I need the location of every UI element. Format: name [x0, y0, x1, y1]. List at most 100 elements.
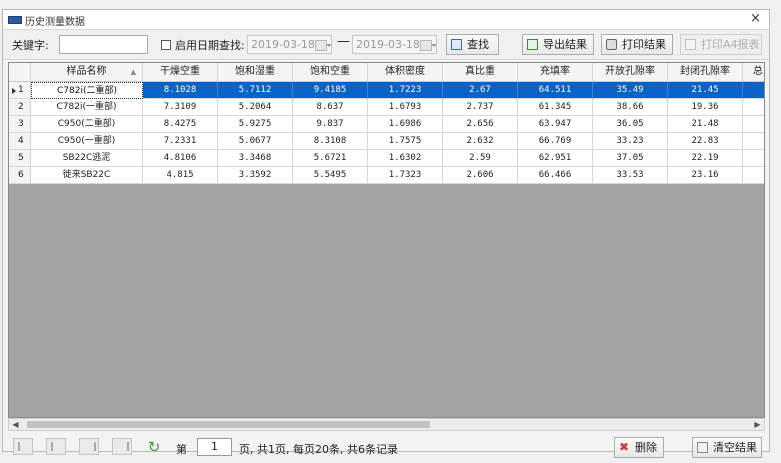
row-header[interactable]: 5: [9, 150, 31, 167]
table-cell[interactable]: 8.637: [293, 99, 368, 116]
table-cell[interactable]: 22.19: [668, 150, 743, 167]
table-cell[interactable]: 19.36: [668, 99, 743, 116]
table-cell[interactable]: 5.6721: [293, 150, 368, 167]
column-header[interactable]: 总: [743, 63, 764, 81]
date-filter-checkbox[interactable]: [161, 40, 171, 50]
table-row[interactable]: 6 徙来SB22C 4.815 3.3592 5.5495 1.7323 2.606 66.4…: [9, 167, 764, 184]
table-cell[interactable]: 3.3592: [218, 167, 293, 184]
table-row[interactable]: 1 C782i(二重部) 8.1028 5.7112 9.4185 1.7223 2.67 6…: [9, 82, 764, 99]
table-cell[interactable]: 7.3109: [143, 99, 218, 116]
table-cell[interactable]: 9.4185: [293, 82, 368, 99]
table-cell[interactable]: 5.5495: [293, 167, 368, 184]
table-cell[interactable]: 2.67: [443, 82, 518, 99]
table-cell[interactable]: 22.83: [668, 133, 743, 150]
table-cell[interactable]: 2.606: [443, 167, 518, 184]
table-cell[interactable]: [743, 167, 764, 184]
table-cell[interactable]: 37.05: [593, 150, 668, 167]
column-header[interactable]: 真比重: [443, 63, 518, 81]
table-cell[interactable]: 5.0677: [218, 133, 293, 150]
table-cell[interactable]: C782i(一重部): [31, 99, 143, 116]
table-cell[interactable]: 33.53: [593, 167, 668, 184]
table-cell[interactable]: [743, 133, 764, 150]
clear-results-button[interactable]: 清空结果: [692, 437, 762, 458]
row-header[interactable]: 1: [9, 82, 31, 99]
table-cell[interactable]: 35.49: [593, 82, 668, 99]
table-cell[interactable]: C782i(二重部): [31, 82, 143, 99]
table-cell[interactable]: 5.7112: [218, 82, 293, 99]
row-header[interactable]: 2: [9, 99, 31, 116]
table-cell[interactable]: [743, 82, 764, 99]
table-cell[interactable]: 5.9275: [218, 116, 293, 133]
column-header[interactable]: 开放孔隙率: [593, 63, 668, 81]
table-cell[interactable]: 8.4275: [143, 116, 218, 133]
column-header[interactable]: 充填率: [518, 63, 593, 81]
row-header[interactable]: 4: [9, 133, 31, 150]
table-cell[interactable]: 63.947: [518, 116, 593, 133]
table-cell[interactable]: C950(一重部): [31, 133, 143, 150]
prev-page-button[interactable]: [46, 438, 66, 455]
first-page-button[interactable]: [13, 438, 33, 455]
table-cell[interactable]: 1.7323: [368, 167, 443, 184]
column-header[interactable]: 样品名称 ▲: [31, 63, 143, 81]
table-cell[interactable]: 61.345: [518, 99, 593, 116]
page-number-input[interactable]: 1: [197, 438, 232, 456]
column-header[interactable]: 封闭孔隙率: [668, 63, 743, 81]
table-cell[interactable]: 5.2064: [218, 99, 293, 116]
table-cell[interactable]: 4.8106: [143, 150, 218, 167]
print-a4-button[interactable]: 打印A4报表: [680, 34, 762, 55]
table-cell[interactable]: 23.16: [668, 167, 743, 184]
refresh-icon[interactable]: ↻: [145, 438, 163, 456]
table-cell[interactable]: 2.656: [443, 116, 518, 133]
table-cell[interactable]: 1.6302: [368, 150, 443, 167]
table-cell[interactable]: 21.45: [668, 82, 743, 99]
scrollbar-thumb[interactable]: [27, 421, 430, 428]
date-to-picker[interactable]: 2019-03-18: [352, 35, 437, 54]
column-header[interactable]: 体积密度: [368, 63, 443, 81]
export-button[interactable]: 导出结果: [522, 34, 594, 55]
table-row[interactable]: 3 C950(二重部) 8.4275 5.9275 9.837 1.6986 2.656 63…: [9, 116, 764, 133]
delete-button[interactable]: ✖ 删除: [614, 437, 664, 458]
table-cell[interactable]: 64.511: [518, 82, 593, 99]
table-cell[interactable]: 66.769: [518, 133, 593, 150]
column-header[interactable]: 干燥空重: [143, 63, 218, 81]
table-row[interactable]: 5 SB22C逃泥 4.8106 3.3468 5.6721 1.6302 2.59 62.9…: [9, 150, 764, 167]
table-cell[interactable]: 62.951: [518, 150, 593, 167]
next-page-button[interactable]: [79, 438, 99, 455]
horizontal-scrollbar[interactable]: ◀ ▶: [8, 418, 765, 431]
print-button[interactable]: 打印结果: [601, 34, 673, 55]
column-header[interactable]: 饱和湿重: [218, 63, 293, 81]
table-cell[interactable]: 21.48: [668, 116, 743, 133]
table-cell[interactable]: [743, 99, 764, 116]
table-row[interactable]: 2 C782i(一重部) 7.3109 5.2064 8.637 1.6793 2.737 6…: [9, 99, 764, 116]
table-cell[interactable]: 38.66: [593, 99, 668, 116]
table-cell[interactable]: 2.59: [443, 150, 518, 167]
table-cell[interactable]: [743, 150, 764, 167]
last-page-button[interactable]: [112, 438, 132, 455]
table-cell[interactable]: 1.7575: [368, 133, 443, 150]
table-cell[interactable]: 36.05: [593, 116, 668, 133]
table-cell[interactable]: 33.23: [593, 133, 668, 150]
table-cell[interactable]: 1.7223: [368, 82, 443, 99]
table-row[interactable]: 4 C950(一重部) 7.2331 5.0677 8.3108 1.7575 2.632 6…: [9, 133, 764, 150]
table-cell[interactable]: SB22C逃泥: [31, 150, 143, 167]
column-header[interactable]: 饱和空重: [293, 63, 368, 81]
table-cell[interactable]: 7.2331: [143, 133, 218, 150]
table-cell[interactable]: 8.1028: [143, 82, 218, 99]
table-cell[interactable]: C950(二重部): [31, 116, 143, 133]
scroll-left-icon[interactable]: ◀: [9, 419, 22, 430]
table-cell[interactable]: 徙来SB22C: [31, 167, 143, 184]
table-cell[interactable]: 66.466: [518, 167, 593, 184]
table-cell[interactable]: 1.6793: [368, 99, 443, 116]
keyword-input[interactable]: [59, 35, 148, 54]
table-cell[interactable]: 1.6986: [368, 116, 443, 133]
close-button[interactable]: ×: [750, 11, 761, 26]
table-cell[interactable]: 2.632: [443, 133, 518, 150]
table-cell[interactable]: 2.737: [443, 99, 518, 116]
table-cell[interactable]: [743, 116, 764, 133]
table-cell[interactable]: 4.815: [143, 167, 218, 184]
row-header[interactable]: 3: [9, 116, 31, 133]
scroll-right-icon[interactable]: ▶: [751, 419, 764, 430]
date-from-picker[interactable]: 2019-03-18: [247, 35, 332, 54]
row-header[interactable]: 6: [9, 167, 31, 184]
search-button[interactable]: 查找: [446, 34, 499, 55]
